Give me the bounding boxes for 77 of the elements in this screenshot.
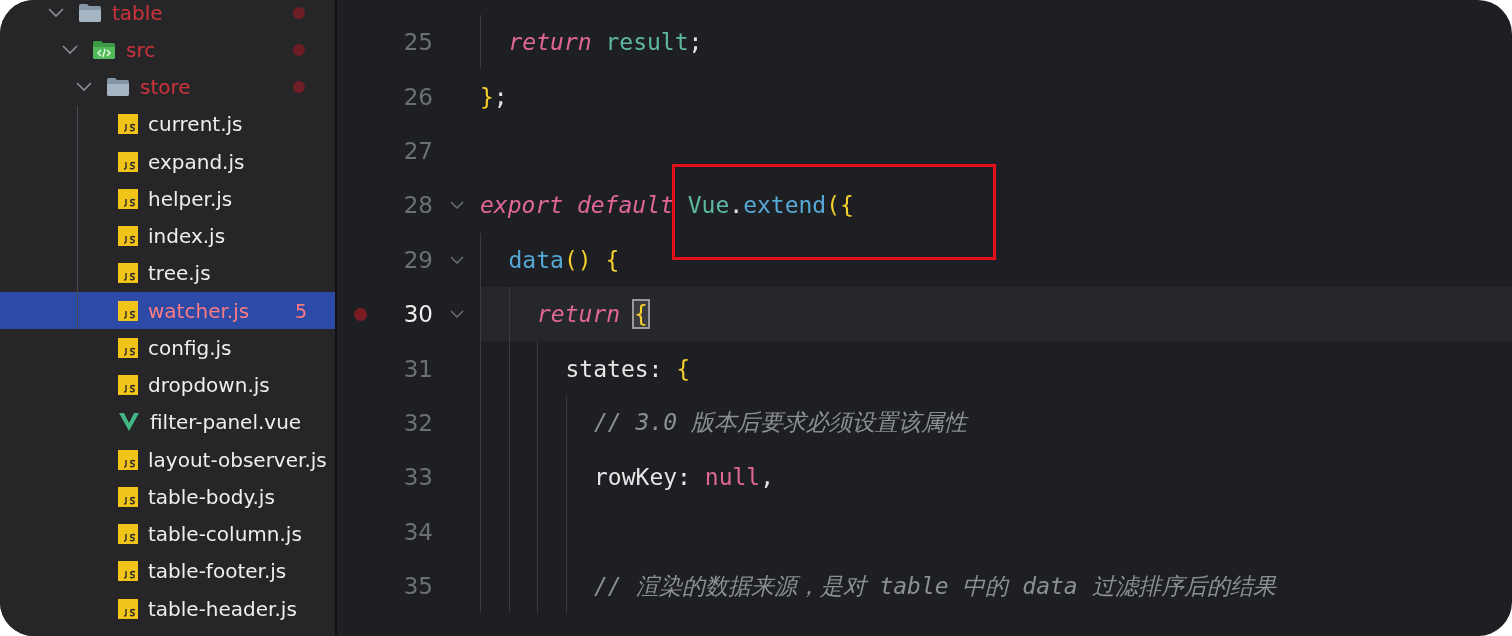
js-file-icon (118, 300, 138, 321)
code-line: return result; (508, 29, 703, 56)
breakpoint-dot[interactable] (353, 307, 367, 321)
code-line: // 渲染的数据来源，是对 table 中的 data 过滤排序后的结果 (594, 571, 1276, 601)
js-file-icon (118, 151, 138, 172)
code-folder-icon (92, 40, 116, 59)
file-name: helper.js (148, 186, 233, 211)
file-name: src (126, 37, 156, 62)
folder-icon (78, 3, 102, 22)
file-tree-item[interactable]: helper.js (0, 180, 335, 218)
code-line: export default Vue.extend({ (480, 192, 854, 219)
js-file-icon (118, 486, 138, 507)
code-line: states: { (565, 355, 691, 382)
code-line: return { (537, 301, 648, 328)
file-name: table-footer.js (148, 559, 287, 584)
fold-chevron-icon[interactable] (449, 255, 464, 264)
modified-dot (293, 6, 305, 19)
code-line: rowKey: null, (594, 464, 775, 491)
file-tree-item[interactable]: table-body.js (0, 478, 335, 516)
file-name: index.js (148, 224, 226, 249)
line-number: 26 (402, 83, 433, 110)
file-tree-item[interactable]: dropdown.js (0, 366, 335, 404)
file-tree-item[interactable]: table-column.js (0, 515, 335, 553)
line-number: 30 (402, 301, 433, 328)
js-file-icon (118, 375, 138, 396)
file-name: table-header.js (148, 596, 297, 621)
file-tree-item[interactable]: table-footer.js (0, 552, 335, 590)
file-name: dropdown.js (148, 373, 270, 398)
file-tree-item[interactable]: filter-panel.vue (0, 403, 335, 441)
file-name: current.js (148, 112, 243, 137)
line-number: 27 (402, 137, 433, 164)
js-file-icon (118, 226, 138, 247)
chevron-down-icon[interactable] (76, 82, 92, 93)
js-file-icon (118, 449, 138, 470)
chevron-down-icon[interactable] (48, 7, 64, 18)
line-number: 32 (402, 409, 433, 436)
js-file-icon (118, 337, 138, 358)
file-name: table (112, 0, 163, 25)
js-file-icon (118, 188, 138, 209)
js-file-icon (118, 114, 138, 135)
file-name: config.js (148, 335, 232, 360)
js-file-icon (118, 598, 138, 619)
line-number: 28 (402, 192, 433, 219)
vue-file-icon (118, 412, 140, 433)
file-tree-item[interactable]: current.js (0, 105, 335, 143)
file-name: filter-panel.vue (150, 410, 302, 435)
file-name: store (140, 75, 191, 100)
line-number: 35 (402, 573, 433, 600)
file-name: table-column.js (148, 522, 302, 547)
file-name: expand.js (148, 149, 245, 174)
code-line: }; (480, 83, 508, 110)
js-file-icon (118, 524, 138, 545)
file-tree-item[interactable]: table-header.js (0, 590, 335, 628)
problem-count: 5 (294, 299, 307, 322)
line-number: 25 (402, 29, 433, 56)
code-line: data() { (508, 246, 620, 273)
folder-icon (106, 78, 130, 97)
line-number: 31 (402, 355, 433, 382)
js-file-icon (118, 263, 138, 284)
modified-dot (293, 81, 305, 94)
code-line: // 3.0 版本后要求必须设置该属性 (594, 408, 967, 438)
fold-chevron-icon[interactable] (449, 201, 464, 210)
file-name: table-body.js (148, 484, 275, 509)
line-number: 34 (402, 518, 433, 545)
file-name: layout-observer.js (148, 447, 327, 472)
chevron-down-icon[interactable] (62, 44, 78, 55)
file-tree-item[interactable]: expand.js (0, 143, 335, 181)
js-file-icon (118, 561, 138, 582)
file-name: watcher.js (148, 298, 250, 323)
modified-dot (293, 43, 305, 56)
line-number: 29 (402, 246, 433, 273)
file-tree-item[interactable]: config.js (0, 329, 335, 367)
file-tree-item[interactable]: index.js (0, 217, 335, 255)
file-tree-item[interactable]: layout-observer.js (0, 441, 335, 479)
file-name: tree.js (148, 261, 211, 286)
fold-chevron-icon[interactable] (449, 310, 464, 319)
line-number: 33 (402, 464, 433, 491)
